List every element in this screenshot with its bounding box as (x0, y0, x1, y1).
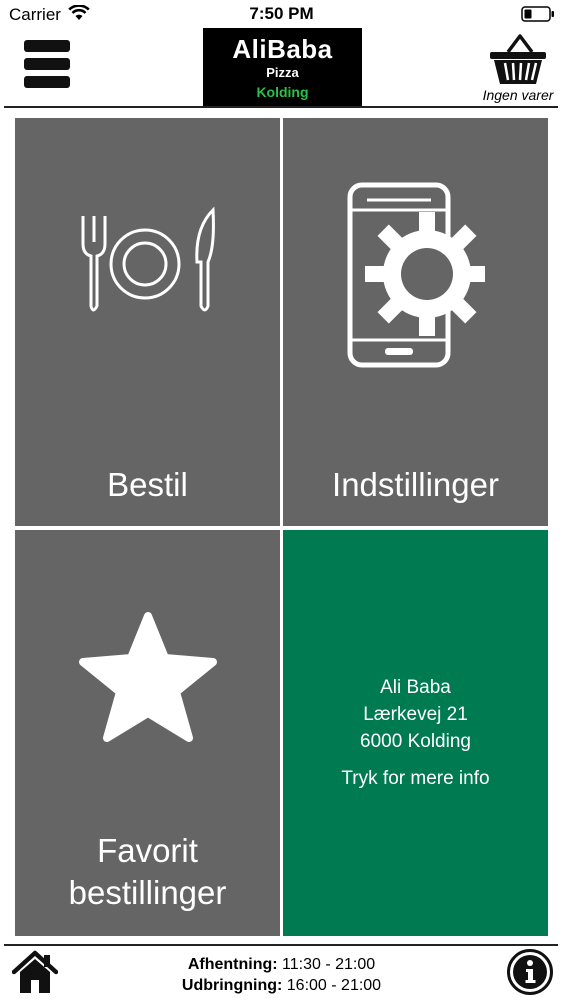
delivery-hours-row: Udbringning: 16:00 - 21:00 (0, 975, 563, 996)
status-time: 7:50 PM (249, 4, 314, 23)
settings-tile-label: Indstillinger (332, 466, 499, 503)
status-bar: Carrier 7:50 PM (0, 0, 563, 28)
basket-button[interactable]: Ingen varer (478, 32, 558, 108)
logo-title: AliBaba (232, 34, 333, 64)
opening-hours: Afhentning: 11:30 - 21:00 Udbringning: 1… (0, 954, 563, 996)
favorites-tile-label: Favorit bestillinger (15, 830, 280, 914)
phone-gear-icon (347, 182, 485, 368)
logo-subtitle: Pizza (266, 65, 299, 80)
logo-city: Kolding (256, 84, 309, 100)
delivery-hours: 16:00 - 21:00 (286, 977, 382, 994)
star-icon (79, 612, 217, 742)
shop-address: Ali Baba Lærkevej 21 6000 Kolding (283, 674, 548, 755)
battery-icon (521, 6, 554, 22)
footer-divider (4, 944, 558, 946)
pickup-label: Afhentning: (187, 956, 278, 973)
header-divider (4, 106, 558, 108)
favorites-tile[interactable]: Favorit bestillinger (15, 530, 280, 936)
hamburger-icon-bar (24, 40, 70, 52)
info-icon (507, 949, 553, 995)
cutlery-plate-icon (81, 206, 215, 312)
more-info-link: Tryk for mere info (341, 768, 490, 789)
shop-street: Lærkevej 21 (363, 704, 468, 725)
app-logo: AliBaba Pizza Kolding (203, 28, 362, 108)
favorites-label-line2: bestillinger (68, 874, 227, 911)
order-tile[interactable]: Bestil (15, 118, 280, 526)
pickup-hours-row: Afhentning: 11:30 - 21:00 (0, 954, 563, 975)
order-tile-label: Bestil (107, 466, 188, 503)
favorites-label-line1: Favorit (97, 832, 198, 869)
app-header: AliBaba Pizza Kolding Ingen varer (0, 28, 563, 110)
menu-button[interactable] (24, 40, 70, 96)
info-button[interactable] (507, 949, 553, 995)
basket-icon (490, 34, 546, 84)
delivery-label: Udbringning: (181, 977, 283, 994)
hamburger-icon-bar (24, 76, 70, 88)
pickup-hours: 11:30 - 21:00 (282, 956, 376, 973)
shop-city: 6000 Kolding (360, 731, 471, 752)
shop-name: Ali Baba (380, 677, 451, 698)
basket-label: Ingen varer (482, 87, 554, 103)
settings-tile[interactable]: Indstillinger (283, 118, 548, 526)
hamburger-icon-bar (24, 58, 70, 70)
shop-info-tile[interactable]: Ali Baba Lærkevej 21 6000 Kolding Tryk f… (283, 530, 548, 936)
